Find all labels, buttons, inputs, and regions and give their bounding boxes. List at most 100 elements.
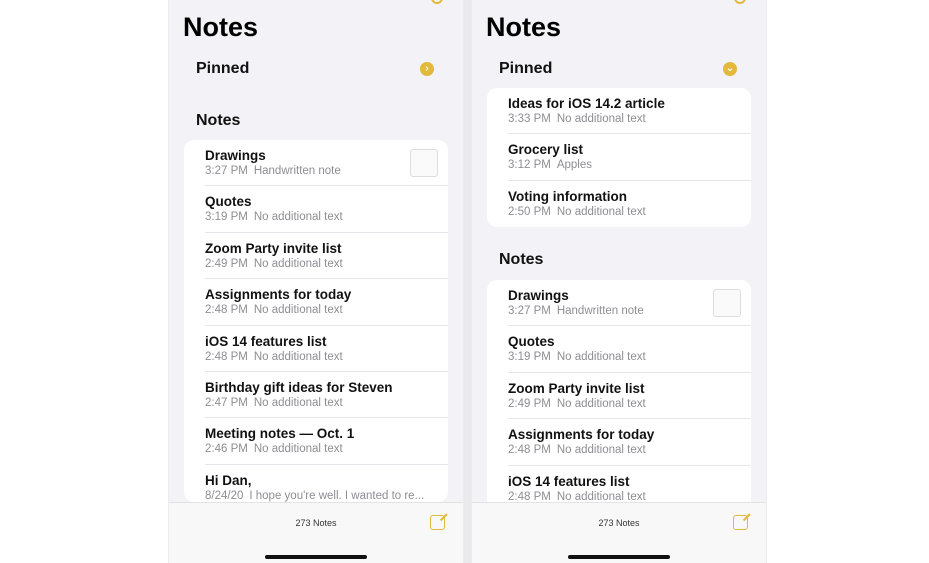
note-title: Meeting notes — Oct. 1	[205, 426, 355, 442]
note-preview: Handwritten note	[556, 305, 644, 317]
note-subtitle: 3:27 PM Handwritten note	[508, 305, 644, 317]
note-date: 8/24/20	[205, 489, 244, 502]
note-title: iOS 14 features list	[205, 333, 327, 349]
note-preview: No additional text	[253, 304, 343, 317]
chevron-right-icon[interactable]: ›	[420, 62, 434, 76]
note-title: Grocery list	[508, 142, 584, 158]
note-date: 2:48 PM	[508, 444, 551, 457]
note-title: Assignments for today	[205, 287, 352, 303]
drawing-thumbnail	[410, 149, 438, 177]
list-item[interactable]: Quotes 3:19 PM No additional text	[184, 186, 448, 233]
note-date: 2:46 PM	[205, 443, 248, 456]
note-date: 3:27 PM	[508, 305, 551, 317]
page-title: Notes	[486, 12, 562, 42]
note-preview: Apples	[556, 159, 592, 172]
note-preview: I hope you're well. I wanted to re...	[249, 489, 425, 502]
note-title: Assignments for today	[508, 427, 655, 443]
note-preview: No additional text	[253, 211, 343, 224]
note-title: Hi Dan,	[205, 472, 252, 488]
list-item[interactable]: Assignments for today 2:48 PM No additiona…	[184, 279, 448, 326]
list-item[interactable]: Meeting notes — Oct. 1 2:46 PM No addition…	[184, 418, 448, 465]
note-date: 2:48 PM	[205, 350, 248, 363]
bottom-toolbar: 273 Notes	[472, 502, 766, 563]
divider	[463, 0, 472, 563]
note-date: 2:47 PM	[205, 396, 248, 409]
note-subtitle: 2:46 PM No additional text	[205, 443, 343, 455]
list-item[interactable]: Zoom Party invite list 2:49 PM No addition…	[487, 373, 751, 420]
note-subtitle: 2:48 PM No additional text	[205, 304, 343, 316]
notes-header: Notes	[499, 251, 544, 268]
list-item[interactable]: Assignments for today 2:48 PM No additiona…	[487, 419, 751, 466]
notes-list: Drawings 3:27 PM Handwritten note Quotes 3:1…	[184, 140, 448, 502]
note-subtitle: 2:49 PM No additional text	[205, 258, 343, 270]
note-preview: No additional text	[556, 205, 646, 218]
note-title: Zoom Party invite list	[508, 380, 645, 396]
home-indicator	[568, 555, 670, 559]
notes-list: Drawings 3:27 PM Handwritten note Quotes 3:1…	[487, 280, 751, 520]
note-date: 2:49 PM	[205, 257, 248, 270]
note-date: 3:12 PM	[508, 159, 551, 172]
note-title: Ideas for iOS 14.2 article	[508, 96, 665, 111]
note-preview: No additional text	[253, 257, 343, 270]
bottom-toolbar: 273 Notes	[169, 502, 463, 563]
home-indicator	[265, 555, 367, 559]
note-preview: No additional text	[253, 443, 343, 456]
pinned-header[interactable]: Pinned	[196, 60, 249, 78]
notes-header: Notes	[196, 112, 241, 129]
note-subtitle: 2:49 PM No additional text	[508, 398, 646, 410]
note-title: Quotes	[205, 194, 252, 210]
note-date: 2:50 PM	[508, 205, 551, 218]
note-subtitle: 2:48 PM No additional text	[205, 351, 343, 363]
note-title: Drawings	[508, 288, 569, 303]
note-subtitle: 2:47 PM No additional text	[205, 397, 343, 409]
page-title: Notes	[183, 12, 259, 42]
note-subtitle: 3:19 PM No additional text	[508, 351, 646, 363]
note-preview: No additional text	[253, 350, 343, 363]
list-item[interactable]: Ideas for iOS 14.2 article 3:33 PM No addi…	[487, 88, 751, 135]
compose-icon[interactable]	[733, 515, 748, 530]
note-preview: No additional text	[253, 396, 343, 409]
more-icon[interactable]	[431, 0, 443, 4]
pinned-list: Ideas for iOS 14.2 article 3:33 PM No addi…	[487, 88, 751, 227]
note-date: 3:19 PM	[508, 351, 551, 364]
note-subtitle: 2:50 PM No additional text	[508, 206, 646, 218]
note-date: 3:33 PM	[508, 113, 551, 125]
list-item[interactable]: Quotes 3:19 PM No additional text	[487, 326, 751, 373]
list-item[interactable]: Grocery list 3:12 PM Apples	[487, 134, 751, 181]
note-preview: No additional text	[556, 351, 646, 364]
note-date: 3:19 PM	[205, 211, 248, 224]
list-item[interactable]: iOS 14 features list 2:48 PM No additional…	[184, 326, 448, 372]
list-item[interactable]: Zoom Party invite list 2:49 PM No addition…	[184, 233, 448, 280]
more-icon[interactable]	[734, 0, 746, 4]
phone-screen-collapsed: Notes Pinned › Notes Drawings 3:27 PM Hand…	[169, 0, 463, 563]
note-title: Drawings	[205, 148, 266, 163]
note-subtitle: 8/24/20 I hope you're well. I wanted to r…	[205, 490, 424, 502]
note-subtitle: 3:12 PM Apples	[508, 159, 592, 171]
note-title: Quotes	[508, 334, 555, 350]
compose-icon[interactable]	[430, 515, 445, 530]
note-date: 2:48 PM	[205, 304, 248, 317]
note-preview: No additional text	[556, 444, 646, 457]
list-item[interactable]: Voting information 2:50 PM No additional t…	[487, 181, 751, 227]
chevron-down-icon[interactable]: ⌄	[723, 62, 737, 76]
note-subtitle: 3:19 PM No additional text	[205, 211, 343, 223]
list-item[interactable]: Birthday gift ideas for Steven 2:47 PM No …	[184, 372, 448, 419]
note-subtitle: 3:27 PM Handwritten note	[205, 165, 341, 177]
list-item[interactable]: Drawings 3:27 PM Handwritten note	[184, 140, 448, 187]
note-preview: No additional text	[556, 490, 646, 503]
note-subtitle: 2:48 PM No additional text	[508, 491, 646, 503]
note-date: 2:49 PM	[508, 397, 551, 410]
note-title: iOS 14 features list	[508, 473, 630, 489]
note-title: Voting information	[508, 188, 627, 204]
note-preview: No additional text	[556, 113, 646, 125]
note-subtitle: 2:48 PM No additional text	[508, 444, 646, 456]
list-item[interactable]: Hi Dan, 8/24/20 I hope you're well. I want…	[184, 465, 448, 502]
drawing-thumbnail	[713, 289, 741, 317]
note-preview: Handwritten note	[253, 165, 341, 177]
note-date: 3:27 PM	[205, 165, 248, 177]
note-title: Birthday gift ideas for Steven	[205, 379, 393, 395]
note-preview: No additional text	[556, 397, 646, 410]
pinned-header[interactable]: Pinned	[499, 60, 552, 78]
list-item[interactable]: Drawings 3:27 PM Handwritten note	[487, 280, 751, 327]
note-date: 2:48 PM	[508, 490, 551, 503]
